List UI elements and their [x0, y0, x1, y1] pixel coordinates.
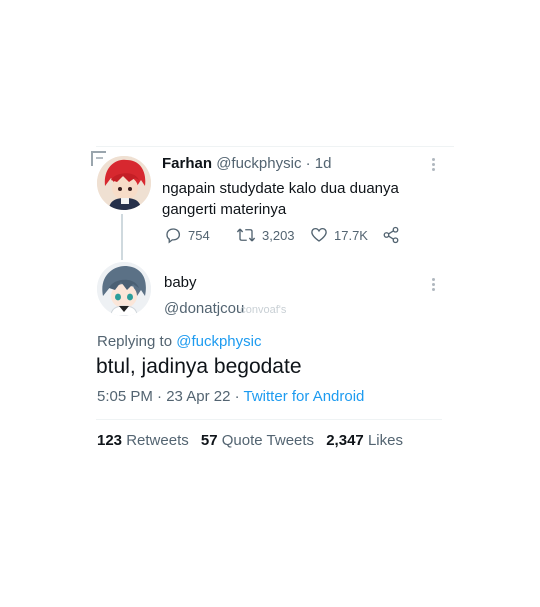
top-divider	[96, 146, 454, 147]
heart-icon	[311, 227, 327, 242]
like-count: 17.7K	[334, 227, 368, 243]
quoted-tweet-text: ngapain studydate kalo dua duanya ganger…	[162, 178, 399, 220]
avatar-red-hair-icon	[97, 156, 151, 210]
reply-tweet-text: btul, jadinya begodate	[96, 355, 302, 378]
retweets-label: Retweets	[126, 432, 189, 449]
tweet-time[interactable]: 5:05 PM	[97, 388, 153, 405]
quoted-text-line-2: gangerti materinya	[162, 201, 287, 218]
tweet-meta: 5:05 PM · 23 Apr 22 · Twitter for Androi…	[97, 388, 364, 405]
retweet-icon	[236, 228, 256, 242]
meta-dot-2: ·	[234, 388, 240, 405]
watermark: convoaf's	[240, 304, 287, 316]
stat-retweets[interactable]: 123 Retweets	[97, 432, 189, 449]
avatar-farhan[interactable]	[97, 156, 151, 210]
meta-dot-1: ·	[157, 388, 163, 405]
quoted-author-name[interactable]: Farhan	[162, 155, 212, 172]
retweets-count: 123	[97, 432, 123, 449]
retweet-action[interactable]: 3,203	[236, 226, 295, 244]
replying-prefix: Replying to	[97, 333, 173, 350]
retweet-count: 3,203	[262, 227, 295, 243]
avatar-blue-hair-icon	[97, 262, 151, 316]
header-dot: ·	[305, 155, 311, 172]
tweet-source[interactable]: Twitter for Android	[244, 388, 365, 405]
reply-handle-row: @donatjcouconvoaf's	[164, 300, 286, 317]
reply-more-icon[interactable]	[432, 276, 436, 293]
quoted-tweet-age[interactable]: 1d	[315, 155, 332, 172]
stat-likes[interactable]: 2,347 Likes	[326, 432, 403, 449]
quoted-more-icon[interactable]	[432, 156, 436, 173]
divider	[96, 419, 442, 420]
replying-to-line: Replying to @fuckphysic	[97, 333, 261, 350]
engagement-stats: 123 Retweets 57 Quote Tweets 2,347 Likes	[97, 432, 403, 449]
quotes-label: Quote Tweets	[221, 432, 315, 449]
quoted-tweet-header: Farhan @fuckphysic · 1d	[162, 155, 331, 172]
likes-count: 2,347	[326, 432, 364, 449]
thread-connector-line	[121, 214, 123, 260]
reply-action[interactable]: 754	[164, 226, 210, 244]
reply-count: 754	[188, 227, 210, 243]
quoted-text-line-1: ngapain studydate kalo dua duanya	[162, 180, 399, 197]
share-icon	[383, 226, 399, 244]
quoted-author-handle[interactable]: @fuckphysic	[216, 155, 301, 172]
quotes-count: 57	[200, 432, 218, 449]
reply-author-handle[interactable]: @donatjcou	[164, 300, 244, 317]
stat-quotes[interactable]: 57 Quote Tweets	[201, 432, 314, 449]
share-action[interactable]	[382, 226, 400, 244]
like-action[interactable]: 17.7K	[310, 226, 368, 244]
avatar-baby[interactable]	[97, 262, 151, 316]
replying-to-handle[interactable]: @fuckphysic	[176, 333, 261, 350]
reply-icon	[166, 228, 181, 244]
reply-author-name[interactable]: baby	[164, 274, 197, 291]
tweet-date[interactable]: 23 Apr 22	[166, 388, 230, 405]
likes-label: Likes	[367, 432, 403, 449]
